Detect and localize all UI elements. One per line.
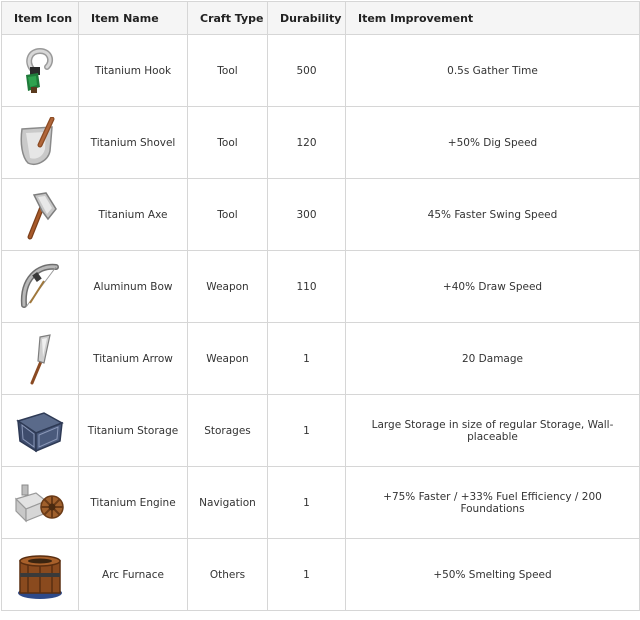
item-table: Item Icon Item Name Craft Type Durabilit…	[1, 1, 640, 611]
arc-furnace-icon	[18, 554, 62, 599]
durability: 110	[267, 250, 346, 323]
table-row: Aluminum Bow Weapon 110 +40% Draw Speed	[1, 250, 640, 323]
item-name: Titanium Hook	[78, 34, 188, 107]
item-name: Titanium Storage	[78, 394, 188, 467]
table-row: Titanium Hook Tool 500 0.5s Gather Time	[1, 34, 640, 107]
durability: 120	[267, 106, 346, 179]
titanium-storage-icon	[16, 411, 64, 452]
item-icon-cell	[1, 394, 79, 467]
durability: 300	[267, 178, 346, 251]
durability: 1	[267, 322, 346, 395]
header-craft-type: Craft Type	[187, 1, 268, 35]
item-name: Titanium Engine	[78, 466, 188, 539]
item-icon-cell	[1, 466, 79, 539]
craft-type: Tool	[187, 34, 268, 107]
table-row: Titanium Arrow Weapon 1 20 Damage	[1, 322, 640, 395]
table-row: Titanium Axe Tool 300 45% Faster Swing S…	[1, 178, 640, 251]
item-improvement: 45% Faster Swing Speed	[345, 178, 640, 251]
durability: 1	[267, 466, 346, 539]
craft-type: Tool	[187, 178, 268, 251]
titanium-hook-icon	[26, 47, 54, 93]
titanium-engine-icon	[14, 484, 64, 522]
craft-type: Others	[187, 538, 268, 611]
table-row: Titanium Shovel Tool 120 +50% Dig Speed	[1, 106, 640, 179]
item-name: Arc Furnace	[78, 538, 188, 611]
table-row: Titanium Storage Storages 1 Large Storag…	[1, 394, 640, 467]
item-table-container: Item Icon Item Name Craft Type Durabilit…	[1, 1, 640, 611]
item-improvement: +50% Dig Speed	[345, 106, 640, 179]
header-item-name: Item Name	[78, 1, 188, 35]
aluminum-bow-icon	[20, 263, 59, 308]
durability: 1	[267, 394, 346, 467]
table-row: Titanium Engine Navigation 1 +75% Faster…	[1, 466, 640, 539]
item-icon-cell	[1, 538, 79, 611]
item-name: Titanium Arrow	[78, 322, 188, 395]
header-durability: Durability	[267, 1, 346, 35]
item-icon-cell	[1, 106, 79, 179]
item-name: Titanium Shovel	[78, 106, 188, 179]
item-improvement: +75% Faster / +33% Fuel Efficiency / 200…	[345, 466, 640, 539]
item-name: Titanium Axe	[78, 178, 188, 251]
item-icon-cell	[1, 178, 79, 251]
table-row: Arc Furnace Others 1 +50% Smelting Speed	[1, 538, 640, 611]
craft-type: Weapon	[187, 322, 268, 395]
item-name: Aluminum Bow	[78, 250, 188, 323]
titanium-shovel-icon	[20, 116, 55, 165]
craft-type: Navigation	[187, 466, 268, 539]
item-icon-cell	[1, 250, 79, 323]
craft-type: Tool	[187, 106, 268, 179]
titanium-arrow-icon	[30, 333, 51, 384]
table-header-row: Item Icon Item Name Craft Type Durabilit…	[1, 1, 640, 35]
item-improvement: 0.5s Gather Time	[345, 34, 640, 107]
durability: 500	[267, 34, 346, 107]
item-improvement: +50% Smelting Speed	[345, 538, 640, 611]
titanium-axe-icon	[27, 191, 57, 239]
item-icon-cell	[1, 322, 79, 395]
item-improvement: Large Storage in size of regular Storage…	[345, 394, 640, 467]
header-item-icon: Item Icon	[1, 1, 79, 35]
item-improvement: +40% Draw Speed	[345, 250, 640, 323]
item-icon-cell	[1, 34, 79, 107]
craft-type: Weapon	[187, 250, 268, 323]
item-improvement: 20 Damage	[345, 322, 640, 395]
craft-type: Storages	[187, 394, 268, 467]
durability: 1	[267, 538, 346, 611]
header-item-improvement: Item Improvement	[345, 1, 640, 35]
